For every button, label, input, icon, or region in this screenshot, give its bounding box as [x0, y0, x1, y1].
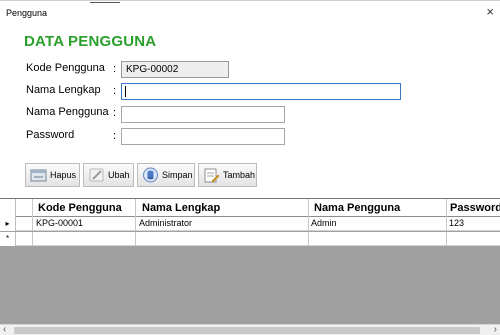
cell-kode[interactable]: KPG-00001 — [36, 218, 83, 228]
kode-pengguna-field[interactable]: KPG-00002 — [121, 61, 229, 78]
column-divider — [32, 217, 33, 231]
column-divider — [446, 232, 447, 246]
save-database-icon — [142, 167, 159, 183]
table-row[interactable]: ▸ KPG-00001 Administrator Admin 123 — [0, 217, 500, 231]
delete-icon — [30, 167, 47, 183]
column-header-nama-pengguna[interactable]: Nama Pengguna — [314, 202, 400, 214]
new-row[interactable]: * — [0, 232, 500, 246]
hapus-label: Hapus — [50, 170, 77, 180]
tambah-label: Tambah — [223, 170, 256, 180]
column-header-kode[interactable]: Kode Pengguna — [38, 202, 122, 214]
scroll-left-icon[interactable]: ‹ — [3, 324, 6, 335]
cell-nama-pengguna[interactable]: Admin — [311, 218, 337, 228]
column-header-password[interactable]: Password — [450, 202, 500, 214]
colon-separator: : — [113, 63, 117, 75]
column-divider — [446, 199, 447, 217]
scrollbar-thumb[interactable] — [14, 327, 480, 334]
row-indicator: * — [0, 232, 16, 246]
password-field[interactable] — [121, 128, 285, 145]
grid-header: Kode Pengguna Nama Lengkap Nama Pengguna… — [0, 199, 500, 217]
column-divider — [135, 232, 136, 246]
nama-lengkap-field[interactable] — [121, 83, 401, 100]
hapus-button[interactable]: Hapus — [25, 163, 80, 187]
grid-corner — [0, 199, 16, 217]
cell-password[interactable]: 123 — [449, 218, 464, 228]
cell-nama-lengkap[interactable]: Administrator — [139, 218, 192, 228]
kode-pengguna-label: Kode Pengguna — [26, 62, 105, 74]
column-divider — [446, 217, 447, 231]
colon-separator: : — [113, 107, 117, 119]
nama-pengguna-field[interactable] — [121, 106, 285, 123]
tambah-button[interactable]: Tambah — [198, 163, 257, 187]
column-divider — [135, 217, 136, 231]
add-document-icon — [203, 167, 220, 183]
scroll-right-icon[interactable]: › — [494, 324, 497, 335]
simpan-button[interactable]: Simpan — [137, 163, 195, 187]
nama-lengkap-label: Nama Lengkap — [26, 84, 101, 96]
ubah-button[interactable]: Ubah — [83, 163, 134, 187]
horizontal-scrollbar[interactable]: ‹ › — [0, 324, 500, 335]
password-label: Password — [26, 129, 75, 141]
simpan-label: Simpan — [162, 170, 193, 180]
page-title: DATA PENGGUNA — [24, 33, 157, 50]
column-divider — [308, 232, 309, 246]
column-divider — [308, 199, 309, 217]
titlebar-decoration — [90, 2, 120, 3]
column-divider — [32, 199, 33, 217]
close-icon[interactable]: × — [486, 5, 494, 18]
column-divider — [308, 217, 309, 231]
column-header-nama-lengkap[interactable]: Nama Lengkap — [142, 202, 220, 214]
window-titlebar: Pengguna × — [0, 0, 500, 22]
text-caret — [125, 86, 126, 97]
ubah-label: Ubah — [108, 170, 130, 180]
colon-separator: : — [113, 130, 117, 142]
edit-icon — [88, 167, 105, 183]
column-divider — [32, 232, 33, 246]
window-title: Pengguna — [6, 8, 48, 18]
column-divider — [135, 199, 136, 217]
row-indicator: ▸ — [0, 217, 16, 231]
nama-pengguna-label: Nama Pengguna — [26, 106, 109, 118]
kode-pengguna-value: KPG-00002 — [126, 64, 179, 75]
colon-separator: : — [113, 85, 117, 97]
data-grid[interactable]: Kode Pengguna Nama Lengkap Nama Pengguna… — [0, 198, 500, 324]
